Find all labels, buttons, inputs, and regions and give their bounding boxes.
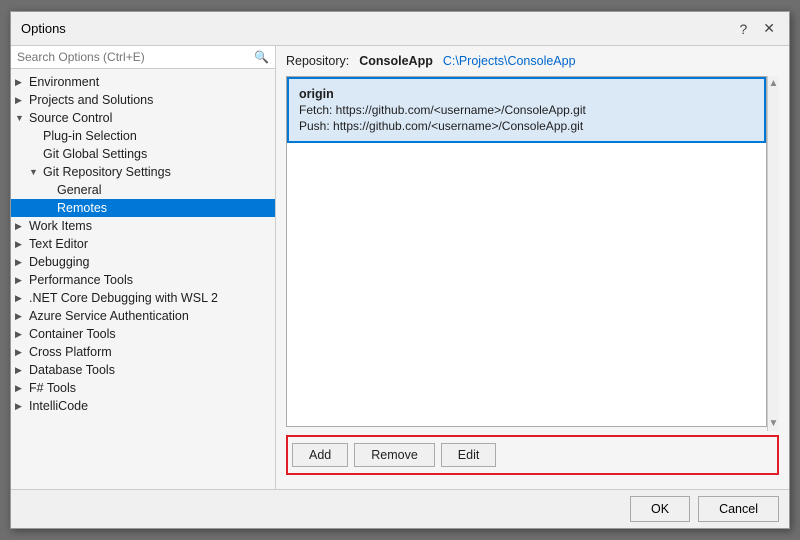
scroll-indicator: ▲ ▼ bbox=[767, 76, 779, 431]
left-panel: 🔍 ▶Environment▶Projects and Solutions▼So… bbox=[11, 46, 276, 489]
sidebar-item-performance-tools[interactable]: ▶Performance Tools bbox=[11, 271, 275, 289]
repo-header: Repository: ConsoleApp C:\Projects\Conso… bbox=[286, 54, 779, 68]
remote-push: Push: https://github.com/<username>/Cons… bbox=[299, 119, 754, 133]
remote-item[interactable]: origin Fetch: https://github.com/<usernam… bbox=[287, 77, 766, 143]
repo-path: C:\Projects\ConsoleApp bbox=[443, 54, 576, 68]
tree-label-container-tools: Container Tools bbox=[29, 327, 116, 341]
sidebar-item-source-control[interactable]: ▼Source Control bbox=[11, 109, 275, 127]
options-dialog: Options ? ✕ 🔍 ▶Environment▶Projects and … bbox=[10, 11, 790, 529]
tree-label-text-editor: Text Editor bbox=[29, 237, 88, 251]
header-label: Repository: bbox=[286, 54, 349, 68]
dialog-body: 🔍 ▶Environment▶Projects and Solutions▼So… bbox=[11, 46, 789, 489]
dialog-footer: OK Cancel bbox=[11, 489, 789, 528]
tree-area: ▶Environment▶Projects and Solutions▼Sour… bbox=[11, 69, 275, 489]
remote-fetch: Fetch: https://github.com/<username>/Con… bbox=[299, 103, 754, 117]
tree-label-debugging: Debugging bbox=[29, 255, 89, 269]
tree-arrow-fsharp-tools: ▶ bbox=[15, 383, 29, 394]
remote-name: origin bbox=[299, 87, 754, 101]
tree-label-database-tools: Database Tools bbox=[29, 363, 115, 377]
tree-arrow-debugging: ▶ bbox=[15, 257, 29, 268]
sidebar-item-net-core-debugging[interactable]: ▶.NET Core Debugging with WSL 2 bbox=[11, 289, 275, 307]
search-icon: 🔍 bbox=[254, 50, 269, 64]
sidebar-item-environment[interactable]: ▶Environment bbox=[11, 73, 275, 91]
tree-arrow-container-tools: ▶ bbox=[15, 329, 29, 340]
sidebar-item-general[interactable]: General bbox=[11, 181, 275, 199]
sidebar-item-remotes[interactable]: Remotes bbox=[11, 199, 275, 217]
tree-arrow-net-core-debugging: ▶ bbox=[15, 293, 29, 304]
search-input[interactable] bbox=[17, 50, 250, 64]
edit-button[interactable]: Edit bbox=[441, 443, 497, 467]
tree-label-plugin-selection: Plug-in Selection bbox=[43, 129, 137, 143]
sidebar-item-text-editor[interactable]: ▶Text Editor bbox=[11, 235, 275, 253]
tree-arrow-source-control: ▼ bbox=[15, 113, 29, 123]
tree-label-remotes: Remotes bbox=[57, 201, 107, 215]
close-button[interactable]: ✕ bbox=[759, 18, 779, 39]
tree-label-cross-platform: Cross Platform bbox=[29, 345, 112, 359]
right-panel: Repository: ConsoleApp C:\Projects\Conso… bbox=[276, 46, 789, 489]
tree-label-work-items: Work Items bbox=[29, 219, 92, 233]
help-button[interactable]: ? bbox=[735, 19, 751, 39]
tree-label-general: General bbox=[57, 183, 101, 197]
tree-label-git-global-settings: Git Global Settings bbox=[43, 147, 147, 161]
repo-name: ConsoleApp bbox=[359, 54, 433, 68]
sidebar-item-debugging[interactable]: ▶Debugging bbox=[11, 253, 275, 271]
remote-list: origin Fetch: https://github.com/<usernam… bbox=[286, 76, 767, 427]
tree-arrow-intellicode: ▶ bbox=[15, 401, 29, 412]
tree-arrow-performance-tools: ▶ bbox=[15, 275, 29, 286]
add-button[interactable]: Add bbox=[292, 443, 348, 467]
sidebar-item-database-tools[interactable]: ▶Database Tools bbox=[11, 361, 275, 379]
tree-label-environment: Environment bbox=[29, 75, 99, 89]
tree-arrow-text-editor: ▶ bbox=[15, 239, 29, 250]
tree-arrow-cross-platform: ▶ bbox=[15, 347, 29, 358]
sidebar-item-work-items[interactable]: ▶Work Items bbox=[11, 217, 275, 235]
sidebar-item-cross-platform[interactable]: ▶Cross Platform bbox=[11, 343, 275, 361]
title-bar-left: Options bbox=[21, 21, 66, 36]
dialog-title: Options bbox=[21, 21, 66, 36]
sidebar-item-git-global-settings[interactable]: Git Global Settings bbox=[11, 145, 275, 163]
tree-arrow-work-items: ▶ bbox=[15, 221, 29, 232]
tree-arrow-git-repo-settings: ▼ bbox=[29, 167, 43, 177]
sidebar-item-azure-service-auth[interactable]: ▶Azure Service Authentication bbox=[11, 307, 275, 325]
sidebar-item-intellicode[interactable]: ▶IntelliCode bbox=[11, 397, 275, 415]
action-buttons-row: Add Remove Edit bbox=[286, 435, 779, 475]
sidebar-item-plugin-selection[interactable]: Plug-in Selection bbox=[11, 127, 275, 145]
sidebar-item-projects-solutions[interactable]: ▶Projects and Solutions bbox=[11, 91, 275, 109]
ok-button[interactable]: OK bbox=[630, 496, 690, 522]
sidebar-item-container-tools[interactable]: ▶Container Tools bbox=[11, 325, 275, 343]
tree-arrow-azure-service-auth: ▶ bbox=[15, 311, 29, 322]
tree-arrow-environment: ▶ bbox=[15, 77, 29, 88]
tree-label-projects-solutions: Projects and Solutions bbox=[29, 93, 153, 107]
sidebar-item-fsharp-tools[interactable]: ▶F# Tools bbox=[11, 379, 275, 397]
tree-label-git-repo-settings: Git Repository Settings bbox=[43, 165, 171, 179]
tree-label-performance-tools: Performance Tools bbox=[29, 273, 133, 287]
tree-label-net-core-debugging: .NET Core Debugging with WSL 2 bbox=[29, 291, 218, 305]
remove-button[interactable]: Remove bbox=[354, 443, 435, 467]
tree-arrow-projects-solutions: ▶ bbox=[15, 95, 29, 106]
tree-label-source-control: Source Control bbox=[29, 111, 112, 125]
cancel-button[interactable]: Cancel bbox=[698, 496, 779, 522]
sidebar-item-git-repo-settings[interactable]: ▼Git Repository Settings bbox=[11, 163, 275, 181]
title-controls: ? ✕ bbox=[735, 18, 779, 39]
tree-label-fsharp-tools: F# Tools bbox=[29, 381, 76, 395]
search-box: 🔍 bbox=[11, 46, 275, 69]
tree-label-intellicode: IntelliCode bbox=[29, 399, 88, 413]
tree-label-azure-service-auth: Azure Service Authentication bbox=[29, 309, 189, 323]
scroll-down-arrow[interactable]: ▼ bbox=[769, 418, 779, 429]
title-bar: Options ? ✕ bbox=[11, 12, 789, 46]
remote-list-wrapper: origin Fetch: https://github.com/<usernam… bbox=[286, 76, 779, 431]
scroll-up-arrow[interactable]: ▲ bbox=[769, 78, 779, 89]
tree-arrow-database-tools: ▶ bbox=[15, 365, 29, 376]
